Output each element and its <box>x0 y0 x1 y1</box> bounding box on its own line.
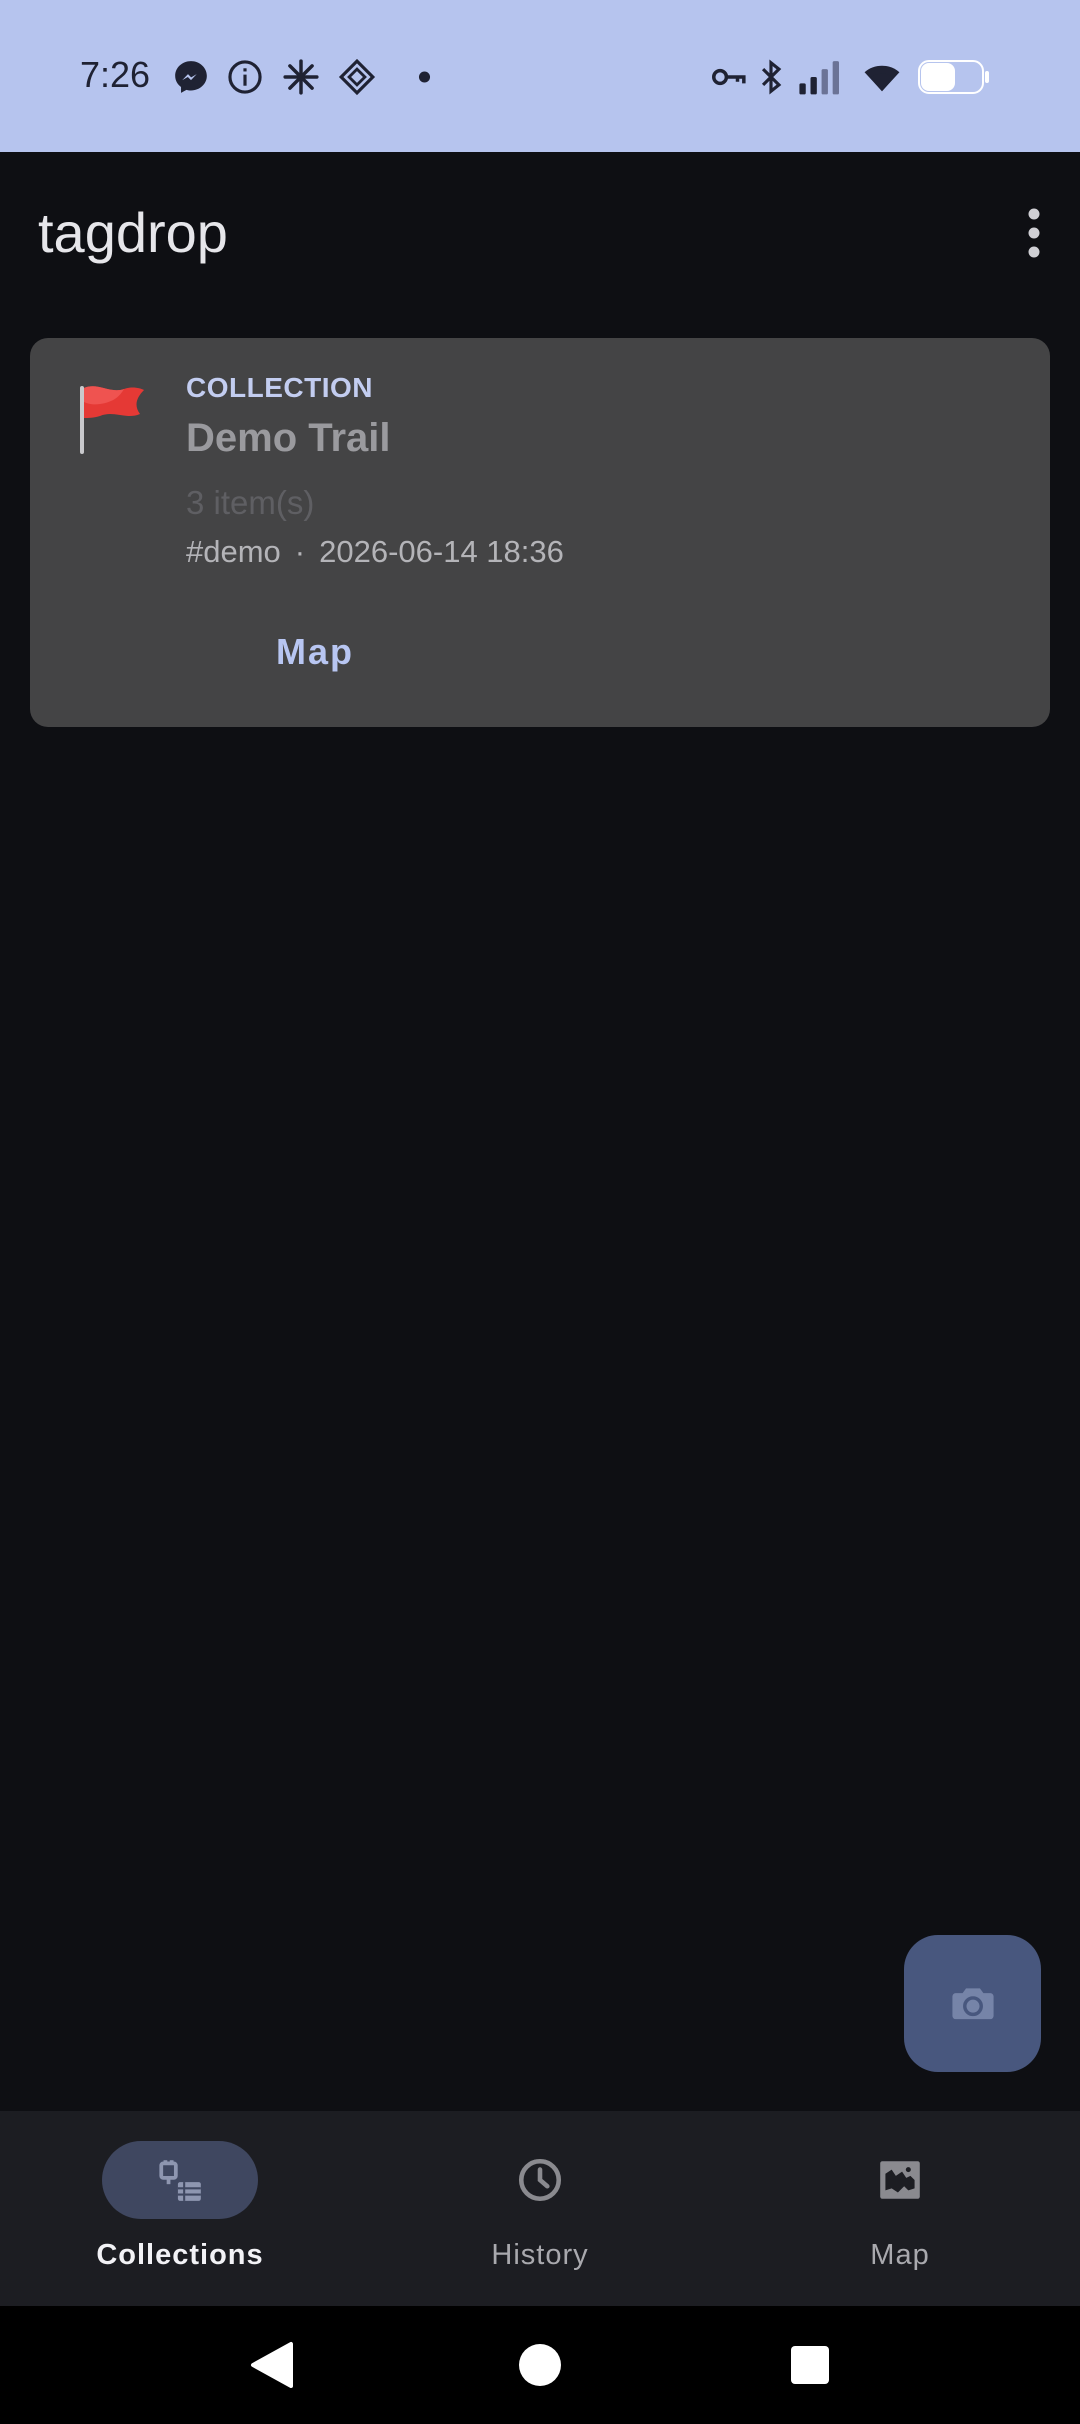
signal-icon <box>796 58 844 96</box>
recents-icon[interactable] <box>775 2330 845 2400</box>
system-navigation-bar <box>0 2306 1080 2424</box>
home-icon[interactable] <box>505 2330 575 2400</box>
nav-label-collections: Collections <box>96 2239 264 2271</box>
collection-map-button[interactable]: Map <box>240 612 390 692</box>
collection-meta: #demo · 2026-06-14 18:36 <box>186 534 564 570</box>
nav-label-map: Map <box>870 2239 930 2271</box>
nav-item-collections[interactable]: Collections <box>0 2111 360 2306</box>
dot-icon <box>396 58 434 96</box>
collection-title: Demo Trail <box>186 416 391 460</box>
bluetooth-icon <box>752 58 790 96</box>
nav-item-history[interactable]: History <box>360 2111 720 2306</box>
history-clock-icon <box>515 2155 565 2205</box>
red-flag-icon <box>74 380 150 456</box>
map-icon <box>875 2155 925 2205</box>
back-icon[interactable] <box>235 2330 305 2400</box>
battery-icon <box>918 60 990 94</box>
more-vert-icon[interactable] <box>1008 202 1060 266</box>
app-bar: tagdrop <box>0 152 1080 312</box>
meta-separator: · <box>294 534 306 569</box>
collection-kind-label: COLLECTION <box>186 372 373 403</box>
wifi-icon <box>860 58 904 96</box>
diamond-app-icon <box>338 58 376 96</box>
collection-item-count: 3 item(s) <box>186 484 315 521</box>
messenger-icon <box>172 58 210 96</box>
camera-fab-button[interactable] <box>904 1935 1041 2072</box>
collection-tag[interactable]: #demo <box>186 534 281 569</box>
camera-icon <box>951 1987 994 2019</box>
vpn-key-icon <box>708 58 748 96</box>
app-title: tagdrop <box>38 201 228 264</box>
collections-icon <box>155 2155 205 2205</box>
status-time: 7:26 <box>80 54 151 95</box>
collection-card[interactable]: COLLECTION Demo Trail 3 item(s) #demo · 20… <box>30 338 1050 727</box>
sparkle-icon <box>282 58 320 96</box>
nav-label-history: History <box>491 2239 589 2271</box>
bottom-navigation: Collections History Map <box>0 2111 1080 2306</box>
status-bar: 7:26 <box>0 0 1080 152</box>
collection-date: 2026-06-14 18:36 <box>319 534 564 569</box>
nav-item-map[interactable]: Map <box>720 2111 1080 2306</box>
info-icon <box>226 58 264 96</box>
